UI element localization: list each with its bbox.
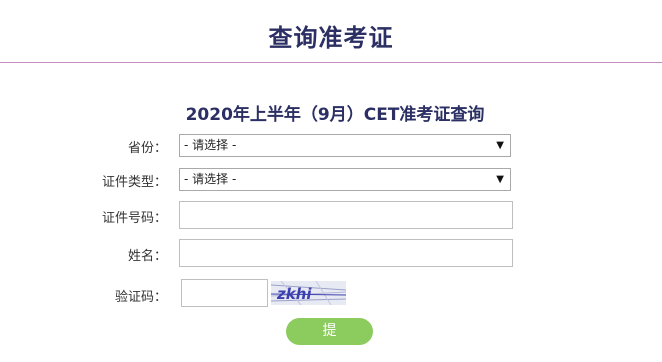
name-input[interactable] — [179, 239, 513, 267]
title-divider — [0, 62, 662, 63]
id-type-select[interactable]: - 请选择 - ▼ — [179, 168, 511, 191]
id-type-select-value: - 请选择 - — [184, 172, 237, 186]
province-select[interactable]: - 请选择 - ▼ — [179, 134, 511, 157]
captcha-label: 验证码： — [114, 290, 167, 305]
page-title: 查询准考证 — [268, 24, 394, 52]
captcha-image-graphic: zkhi — [271, 281, 346, 305]
id-type-label: 证件类型： — [101, 175, 167, 190]
submit-button[interactable]: 提 交 — [286, 318, 373, 362]
name-label: 姓名： — [127, 249, 167, 264]
id-number-label: 证件号码： — [101, 211, 167, 226]
captcha-image[interactable]: zkhi — [271, 281, 346, 305]
id-number-input[interactable] — [179, 201, 513, 229]
province-select-value: - 请选择 - — [184, 138, 237, 152]
province-label: 省份： — [127, 141, 167, 156]
chevron-down-icon: ▼ — [496, 140, 504, 151]
captcha-input[interactable] — [181, 279, 268, 307]
form-heading: 2020年上半年（9月）CET准考证查询 — [185, 105, 485, 125]
chevron-down-icon: ▼ — [496, 174, 504, 185]
